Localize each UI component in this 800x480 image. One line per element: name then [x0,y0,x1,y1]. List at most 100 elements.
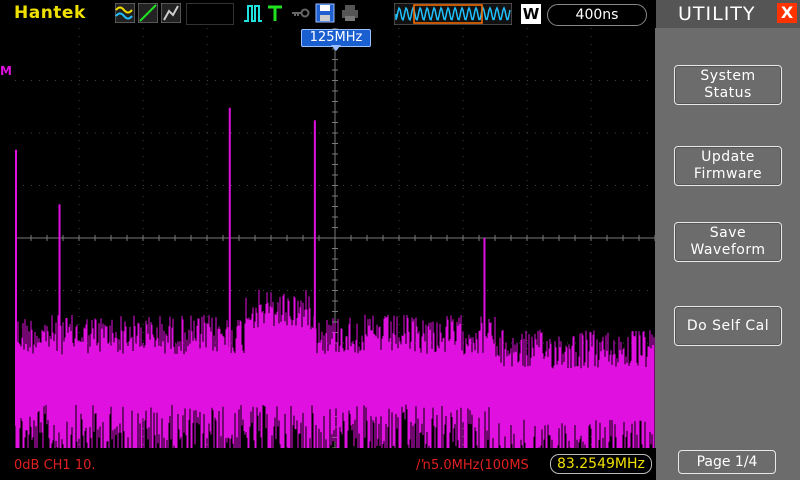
grid-dot [206,204,208,205]
grid-dot [142,436,144,437]
grid-dot [23,185,24,186]
grid-dot [462,260,464,261]
grid-dot [78,140,80,141]
grid-dot [55,290,56,291]
channel-info: 0dB CH1 10. [14,458,96,473]
grid-dot [142,36,144,37]
grid-dot [590,52,592,53]
wave-mode-icon[interactable] [115,3,135,23]
grid-dot [551,132,552,134]
grid-dot [311,185,312,186]
trigger-pulse-icon[interactable] [243,3,263,23]
grid-dot [255,132,256,134]
grid-dot [142,92,144,93]
memory-overview-icon[interactable] [394,3,512,25]
grid-dot [39,185,40,186]
grid-dot [526,220,528,221]
grid-dot [142,276,144,277]
grid-dot [615,185,616,186]
grid-dot [207,290,208,291]
grid-dot [135,290,136,291]
grid-dot [399,290,400,291]
trigger-t-icon[interactable] [265,3,285,23]
grid-dot [511,80,512,81]
grid-dot [519,132,520,134]
grid-dot [206,44,208,45]
grid-dot [270,180,272,181]
grid-dot [590,124,592,125]
grid-dot [295,185,296,186]
grid-dot [590,292,592,293]
grid-dot [175,185,176,186]
grid-dot [151,80,152,81]
grid-dot [239,132,240,134]
grid-dot [231,80,232,81]
grid-dot [398,60,400,61]
grid-dot [319,132,320,134]
grid-dot [639,132,640,134]
grid-dot [191,80,192,81]
grid-dot [167,132,168,134]
grid-dot [639,80,640,81]
grid-dot [247,132,248,134]
grid-dot [142,140,144,141]
grid-dot [111,290,112,291]
grid-dot [319,80,320,81]
grid-dot [142,284,144,285]
grid-dot [270,252,272,253]
grid-dot [383,185,384,186]
grid-dot [127,185,128,186]
grid-dot [78,188,80,189]
grid-dot [462,284,464,285]
system-status-button[interactable]: System Status [674,65,782,105]
grid-dot [526,156,528,157]
grid-dot [407,185,408,186]
page-button[interactable]: Page 1/4 [678,450,776,474]
grid-dot [279,185,280,186]
save-waveform-button[interactable]: Save Waveform [674,222,782,262]
grid-dot [639,290,640,291]
grid-dot [447,290,448,291]
waveform-display [14,27,656,449]
update-firmware-button[interactable]: Update Firmware [674,146,782,186]
grid-dot [367,185,368,186]
grid-dot [462,212,464,213]
mode-badge[interactable]: W [521,4,541,24]
grid-dot [206,444,208,445]
display-icon[interactable] [161,3,181,23]
grid-dot [590,276,592,277]
grid-dot [142,108,144,109]
grid-dot [398,212,400,213]
grid-dot [559,290,560,291]
grid-dot [462,244,464,245]
grid-dot [590,428,592,429]
grid-dot [78,212,80,213]
grid-dot [462,268,464,269]
do-self-cal-button[interactable]: Do Self Cal [674,306,782,346]
grid-dot [398,252,400,253]
grid-dot [590,444,592,445]
timebase-readout[interactable]: 400ns [547,4,647,26]
grid-dot [78,92,80,93]
grid-dot [590,300,592,301]
grid-dot [398,116,400,117]
printer-icon [342,5,358,21]
grid-dot [263,290,264,291]
slope-icon[interactable] [138,3,158,23]
grid-dot [647,185,648,186]
grid-dot [398,172,400,173]
grid-dot [206,244,208,245]
grid-dot [206,36,208,37]
grid-dot [526,188,528,189]
grid-dot [183,185,184,186]
grid-dot [142,68,144,69]
grid-dot [223,185,224,186]
grid-dot [398,52,400,53]
grid-dot [583,185,584,186]
close-button[interactable]: X [777,3,797,23]
grid-dot [398,196,400,197]
grid-dot [31,290,32,291]
grid-dot [543,185,544,186]
grid-dot [271,80,272,81]
save-disk-icon[interactable] [315,3,335,23]
